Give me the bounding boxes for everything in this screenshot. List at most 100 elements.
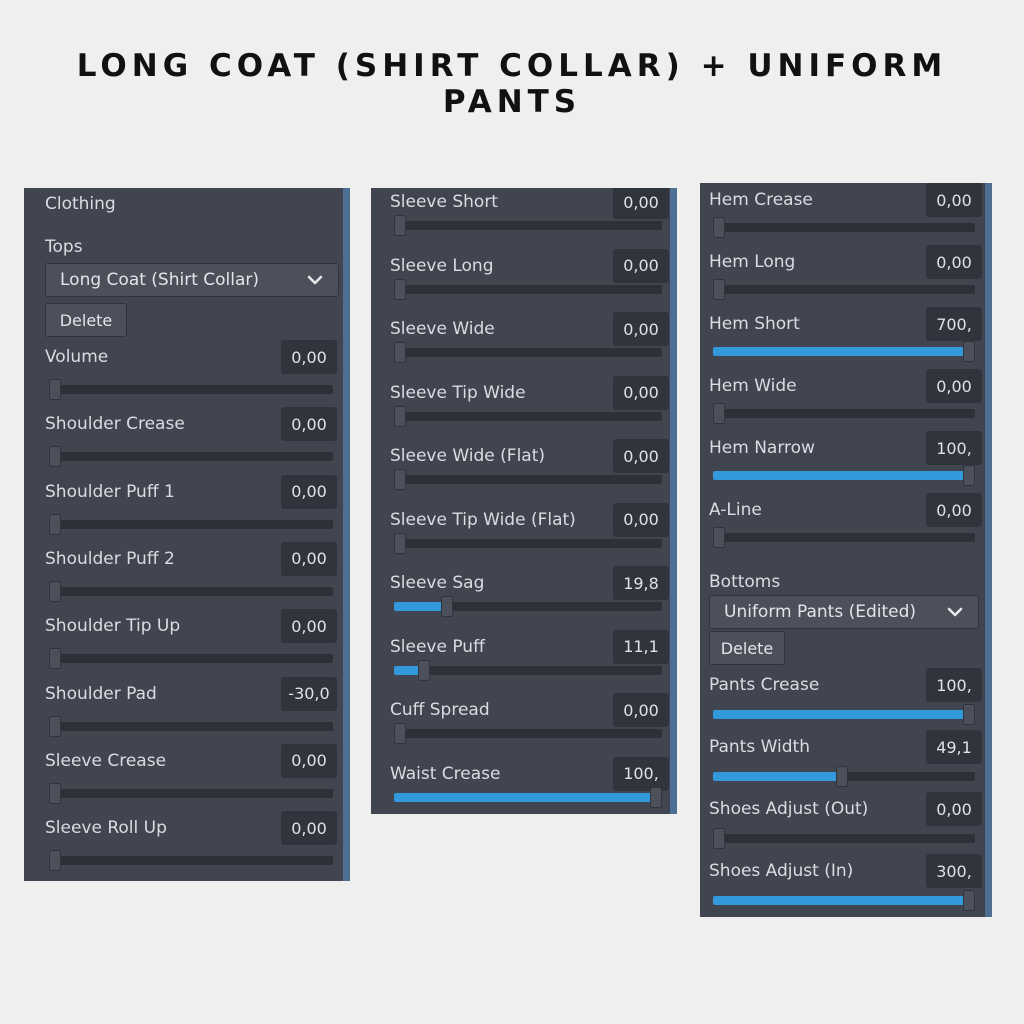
slider-handle[interactable]	[394, 215, 406, 236]
panel-scrollbar[interactable]	[985, 183, 992, 917]
slider-handle[interactable]	[835, 766, 848, 787]
slider-track[interactable]	[713, 766, 975, 787]
slider-track[interactable]	[49, 715, 333, 737]
slider-handle[interactable]	[963, 465, 975, 486]
slider-value-field[interactable]: 0,00	[281, 541, 337, 576]
slider-handle[interactable]	[441, 596, 454, 617]
slider-value-field[interactable]: 0,00	[926, 493, 982, 527]
slider-track[interactable]	[394, 659, 662, 681]
slider-handle[interactable]	[417, 659, 430, 681]
slider-handle[interactable]	[963, 704, 975, 725]
slider-value-field[interactable]: 0,00	[926, 245, 982, 279]
slider-track[interactable]	[713, 527, 975, 548]
slider-track[interactable]	[713, 403, 975, 424]
slider-value-field[interactable]: 100,	[926, 668, 982, 702]
slider-value-field[interactable]: 0,00	[926, 792, 982, 826]
slider-track[interactable]	[713, 279, 975, 300]
slider-value-field[interactable]: 0,00	[613, 693, 669, 727]
slider-handle[interactable]	[713, 279, 725, 300]
slider-value-field[interactable]: 100,	[926, 431, 982, 465]
slider-label: Sleeve Tip Wide (Flat)	[390, 509, 576, 530]
slider-value-field[interactable]: 0,00	[281, 811, 337, 846]
delete-bottom-button[interactable]: Delete	[709, 631, 785, 665]
slider-track[interactable]	[49, 782, 333, 804]
slider-value-field[interactable]: 0,00	[281, 474, 337, 509]
slider-track[interactable]	[394, 405, 662, 427]
slider-value-field[interactable]: 0,00	[613, 439, 669, 473]
slider-track[interactable]	[394, 723, 662, 744]
slider-value-field[interactable]: 0,00	[613, 375, 669, 410]
slider-handle[interactable]	[394, 405, 406, 427]
slider-track[interactable]	[394, 215, 662, 236]
slider-track[interactable]	[713, 341, 975, 362]
slider-track[interactable]	[394, 786, 662, 808]
slider-handle[interactable]	[49, 782, 61, 804]
slider-handle[interactable]	[394, 278, 406, 300]
slider-track[interactable]	[49, 379, 333, 400]
page-title: LONG COAT (SHIRT COLLAR) + UNIFORM PANTS	[76, 48, 948, 120]
delete-top-button[interactable]: Delete	[45, 303, 127, 337]
slider-track[interactable]	[713, 217, 975, 238]
slider-handle[interactable]	[49, 715, 61, 737]
slider-value-field[interactable]: 0,00	[281, 609, 337, 644]
slider-handle[interactable]	[394, 342, 406, 363]
slider-track[interactable]	[713, 465, 975, 486]
slider-value-field[interactable]: -30,0	[281, 676, 337, 711]
slider-handle[interactable]	[49, 580, 61, 602]
slider-handle[interactable]	[713, 217, 725, 238]
slider-handle[interactable]	[49, 379, 61, 400]
slider-track[interactable]	[49, 580, 333, 602]
slider-track[interactable]	[394, 532, 662, 554]
slider-track[interactable]	[394, 596, 662, 617]
slider-value-field[interactable]: 300,	[926, 854, 982, 888]
slider-handle[interactable]	[713, 403, 725, 424]
slider-label: Shoulder Crease	[45, 414, 185, 435]
slider-value-field[interactable]: 19,8	[613, 566, 669, 600]
slider-handle[interactable]	[650, 786, 662, 808]
slider-label: Hem Long	[709, 252, 796, 272]
tops-dropdown-value: Long Coat (Shirt Collar)	[60, 270, 260, 290]
slider-handle[interactable]	[963, 341, 975, 362]
slider-track[interactable]	[713, 890, 975, 911]
slider-track[interactable]	[394, 278, 662, 300]
panel-scrollbar[interactable]	[670, 188, 677, 814]
slider-value-field[interactable]: 0,00	[613, 248, 669, 283]
slider-value-field[interactable]: 0,00	[281, 407, 337, 442]
slider-track[interactable]	[49, 446, 333, 468]
slider-handle[interactable]	[49, 446, 61, 468]
slider-handle[interactable]	[713, 527, 725, 548]
slider-label: Pants Crease	[709, 675, 820, 695]
slider-label: Shoes Adjust (Out)	[709, 799, 869, 819]
slider-handle[interactable]	[963, 890, 975, 911]
tops-dropdown[interactable]: Long Coat (Shirt Collar)	[45, 263, 339, 297]
slider-value-field[interactable]: 49,1	[926, 730, 982, 764]
slider-handle[interactable]	[394, 469, 406, 490]
slider-track[interactable]	[49, 648, 333, 670]
slider-value-field[interactable]: 0,00	[613, 312, 669, 346]
slider-value-field[interactable]: 0,00	[281, 743, 337, 778]
slider-handle[interactable]	[49, 648, 61, 670]
panel-scrollbar[interactable]	[343, 188, 350, 881]
bottoms-dropdown[interactable]: Uniform Pants (Edited)	[709, 595, 979, 629]
slider-track[interactable]	[394, 469, 662, 490]
slider-handle[interactable]	[394, 532, 406, 554]
slider-handle[interactable]	[49, 850, 61, 872]
slider-value-field[interactable]: 100,	[613, 756, 669, 791]
slider-track[interactable]	[49, 850, 333, 872]
slider-value-field[interactable]: 700,	[926, 307, 982, 341]
slider-track[interactable]	[394, 342, 662, 363]
slider-track[interactable]	[713, 828, 975, 849]
slider-value-field[interactable]: 0,00	[613, 188, 669, 219]
slider-handle[interactable]	[49, 513, 61, 535]
slider-handle[interactable]	[713, 828, 725, 849]
slider-value-field[interactable]: 11,1	[613, 629, 669, 664]
slider-fill	[713, 710, 975, 719]
slider-value-field[interactable]: 0,00	[613, 502, 669, 537]
slider-fill	[713, 347, 975, 356]
slider-handle[interactable]	[394, 723, 406, 744]
slider-track[interactable]	[49, 513, 333, 535]
slider-value-field[interactable]: 0,00	[926, 369, 982, 403]
slider-track[interactable]	[713, 704, 975, 725]
slider-value-field[interactable]: 0,00	[281, 340, 337, 374]
slider-value-field[interactable]: 0,00	[926, 183, 982, 217]
